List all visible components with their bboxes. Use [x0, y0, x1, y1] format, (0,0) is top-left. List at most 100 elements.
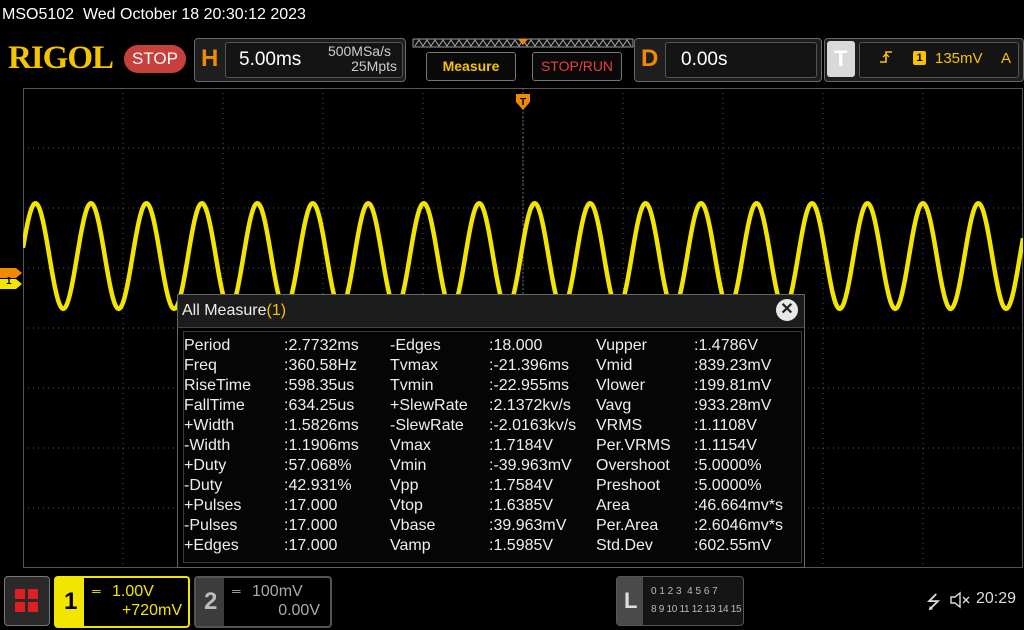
measure-value: :199.81mV [694, 377, 772, 394]
ch1-marker-label: 1 [6, 276, 12, 287]
measure-value: :1.5826ms [284, 417, 359, 434]
ch2-scale: 100mV [252, 583, 303, 600]
trigger-letter: T [834, 46, 848, 71]
measure-name: FallTime [184, 397, 245, 414]
ch1-scale: 1.00V [112, 583, 154, 600]
measure-name: Freq [184, 357, 217, 374]
ch1-number: 1 [64, 588, 78, 615]
measure-name: RiseTime [184, 377, 251, 394]
measure-value: :1.1906ms [284, 437, 359, 454]
measure-value: :1.6385V [489, 497, 554, 514]
delay-value: 0.00s [681, 49, 728, 70]
measure-name: Preshoot [596, 477, 661, 494]
measure-name: Area [596, 497, 630, 514]
measure-value: :1.7184V [489, 437, 554, 454]
measure-value: :17.000 [284, 497, 338, 514]
measure-value: :1.1154V [694, 437, 757, 454]
memory-position-bar [412, 38, 634, 48]
measure-name: Per.Area [596, 517, 659, 534]
ch1-offset: +720mV [121, 602, 182, 619]
measure-name: Std.Dev [596, 537, 653, 554]
trigger-mode: A [1001, 50, 1012, 67]
measure-value: :2.6046mv*s [694, 517, 783, 534]
measure-name: +SlewRate [390, 397, 468, 414]
measure-title: All Measure(1) [182, 302, 287, 319]
menu-button[interactable] [4, 576, 50, 626]
measure-value: :1.5985V [489, 537, 554, 554]
rigol-logo: RIGOL [8, 40, 114, 76]
measure-value: :18.000 [489, 337, 543, 354]
trigger-source: 1 [913, 51, 926, 65]
measure-value: :17.000 [284, 537, 338, 554]
measure-name: Vtop [390, 497, 423, 514]
measure-name: Overshoot [596, 457, 670, 474]
close-icon[interactable]: ✕ [776, 299, 798, 321]
trigger-panel[interactable]: T 1 135mV A [824, 38, 1024, 82]
measure-name: VRMS [596, 417, 643, 434]
measure-value: :42.931% [284, 477, 352, 494]
logic-letter: L [624, 588, 638, 613]
system-clock: 20:29 [976, 590, 1017, 607]
horizontal-letter: H [201, 45, 219, 72]
measure-value: :933.28mV [694, 397, 772, 414]
measure-value: :839.23mV [694, 357, 772, 374]
measure-name: Vmin [390, 457, 427, 474]
measure-name: +Duty [184, 457, 227, 474]
measure-name: Vmax [390, 437, 431, 454]
measure-name: -Edges [390, 337, 441, 354]
measure-value: :-39.963mV [489, 457, 572, 474]
measure-name: Vlower [596, 377, 645, 394]
measure-value: :-2.0163kv/s [489, 417, 577, 434]
logic-panel[interactable]: L 0 1 2 3 4 5 6 7 8 9 10 11 12 13 14 15 [616, 576, 744, 626]
timebase-value: 5.00ms [239, 49, 302, 70]
measure-name: Vpp [390, 477, 419, 494]
measure-value: :1.1108V [694, 417, 757, 434]
horizontal-panel[interactable]: H 5.00ms 500MSa/s 25Mpts [194, 38, 406, 82]
stop-run-button[interactable]: STOP/RUN [532, 52, 622, 81]
memory-depth: 25Mpts [351, 58, 397, 74]
measure-name: Per.VRMS [596, 437, 671, 454]
measure-value: :2.7732ms [284, 337, 359, 354]
run-state-badge[interactable]: STOP [124, 45, 186, 73]
sample-rate: 500MSa/s [327, 43, 391, 59]
logic-channels-high: 8 9 10 11 12 13 14 15 [651, 604, 742, 615]
measure-name: -Pulses [184, 517, 238, 534]
measure-name: -Width [184, 437, 231, 454]
measure-name: +Pulses [184, 497, 242, 514]
measure-value: :1.7584V [489, 477, 554, 494]
measure-value: :39.963mV [489, 517, 567, 534]
ch1-panel[interactable]: 1 ═ 1.00V +720mV [54, 576, 190, 628]
measure-source: (1) [266, 302, 287, 319]
measure-table: Period:2.7732ms Freq:360.58Hz RiseTime:598… [183, 331, 802, 563]
ch2-panel[interactable]: 2 ═ 100mV 0.00V [194, 576, 332, 628]
measure-name: Period [184, 337, 231, 354]
model-name: MSO5102 [2, 6, 75, 23]
measure-value: :634.25us [284, 397, 355, 414]
measure-value: :46.664mv*s [694, 497, 783, 514]
measure-name: -SlewRate [390, 417, 464, 434]
measure-name: Vavg [596, 397, 632, 414]
usb-icon: ⭍ [926, 592, 941, 612]
dc-coupling-icon: ═ [232, 584, 241, 598]
measure-name: -Duty [184, 477, 223, 494]
datetime: Wed October 18 20:30:12 2023 [82, 6, 306, 23]
speaker-muted-icon[interactable] [950, 591, 972, 609]
measure-value: :360.58Hz [284, 357, 357, 374]
ch1-ground-marker[interactable] [0, 266, 24, 292]
status-line: MSO5102 Wed October 18 20:30:12 2023 [2, 6, 306, 24]
ch2-offset: 0.00V [278, 602, 320, 619]
measure-value: :17.000 [284, 517, 338, 534]
measure-value: :-22.955ms [489, 377, 570, 394]
delay-panel[interactable]: D 0.00s [634, 38, 822, 82]
measure-name: Vmid [596, 357, 633, 374]
measure-name: Tvmin [390, 377, 434, 394]
measure-value: :1.4786V [694, 337, 759, 354]
measure-value: :602.55mV [694, 537, 772, 554]
measure-value: :5.0000% [694, 477, 762, 494]
measure-value: :57.068% [284, 457, 352, 474]
all-measure-window: All Measure(1) ✕ Period :2.7732ms Freq :360… [177, 294, 805, 568]
measure-value: :2.1372kv/s [489, 397, 571, 414]
measure-button[interactable]: Measure [426, 52, 516, 81]
ch2-number: 2 [204, 588, 218, 615]
svg-text:T: T [520, 97, 526, 108]
